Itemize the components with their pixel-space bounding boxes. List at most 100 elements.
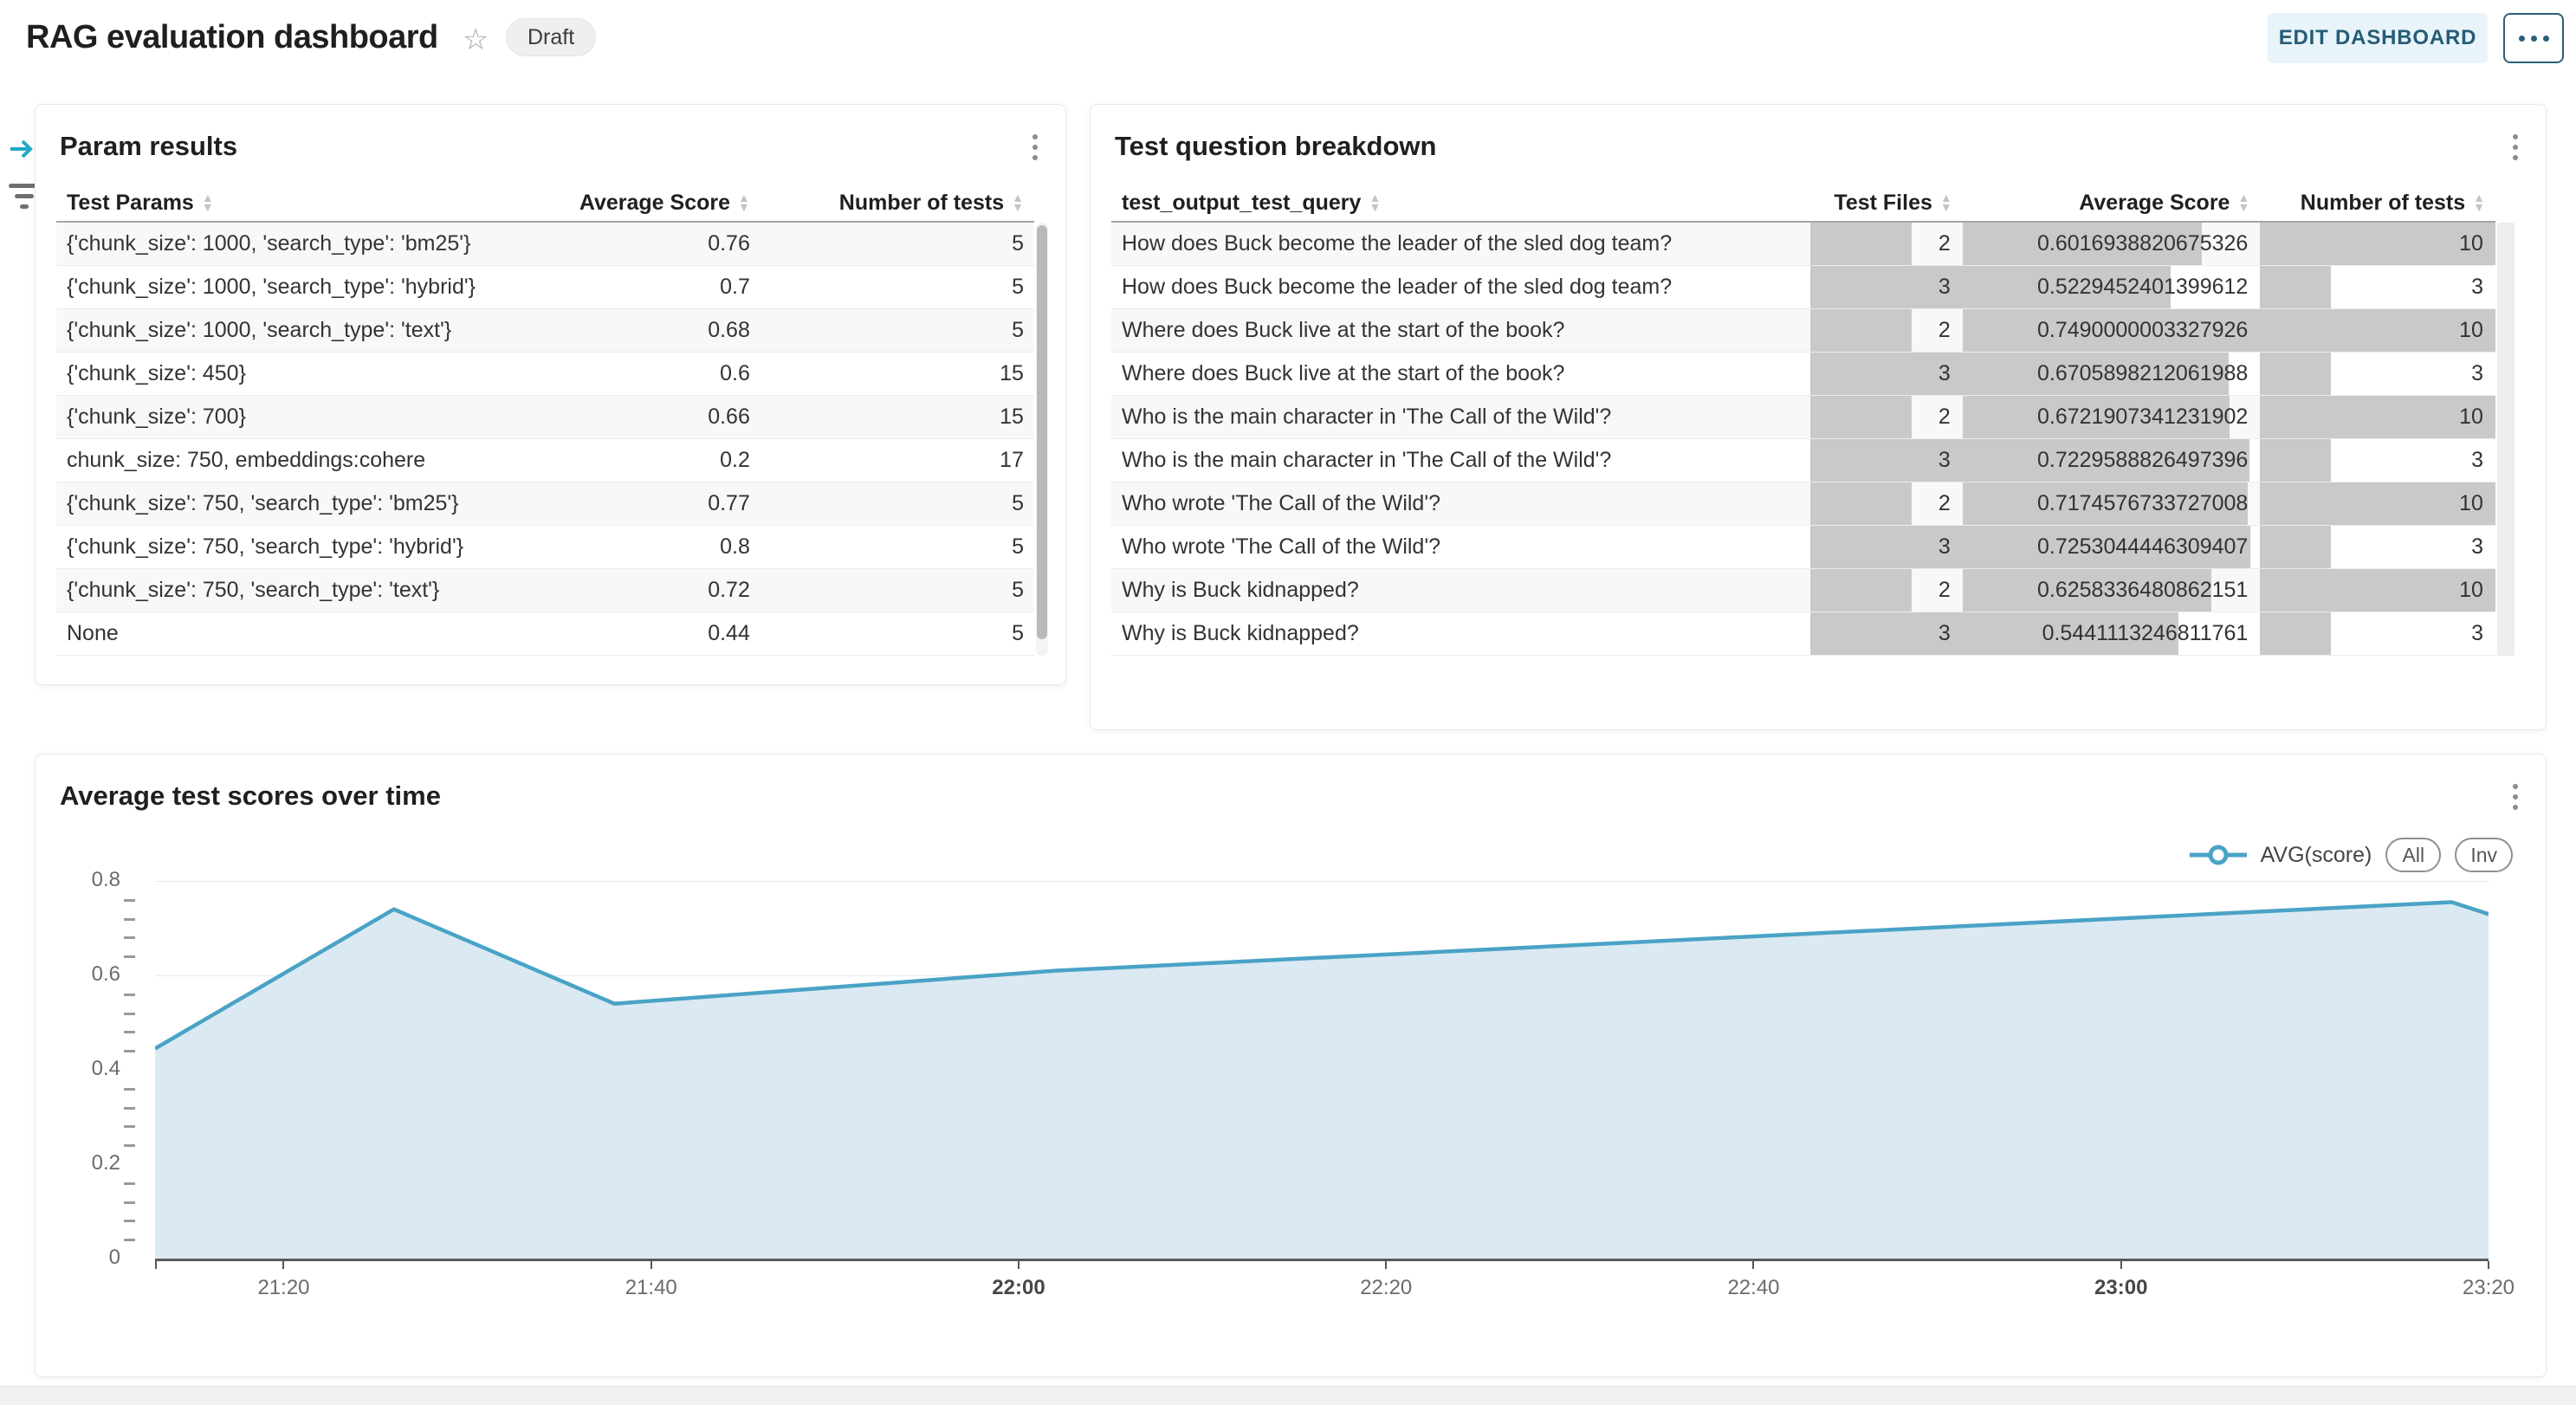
bottom-scroll-strip xyxy=(0,1386,2576,1405)
scrollbar-track[interactable] xyxy=(1036,223,1048,656)
cell-test-files: 3 xyxy=(1810,612,1963,655)
cell-value: 10 xyxy=(2260,569,2495,612)
more-actions-button[interactable] xyxy=(2503,13,2564,63)
table-header-row: Test Params▲▼ Average Score▲▼ Number of … xyxy=(56,185,1034,223)
cell-average-score: 0.8 xyxy=(594,526,761,568)
kebab-menu-icon[interactable] xyxy=(1027,129,1043,165)
legend-series-label: AVG(score) xyxy=(2261,843,2372,868)
y-axis-minor-tick xyxy=(124,1125,135,1128)
y-axis-tick-label: 0.4 xyxy=(49,1057,120,1081)
table-row: Who is the main character in 'The Call o… xyxy=(1111,396,2495,439)
y-axis-minor-tick xyxy=(124,936,135,939)
cell-test-params: {'chunk_size': 750, 'search_type': 'text… xyxy=(56,569,594,612)
y-axis-minor-tick xyxy=(124,918,135,921)
y-axis-minor-tick xyxy=(124,1144,135,1147)
table-row: {'chunk_size': 750, 'search_type': 'text… xyxy=(56,569,1034,612)
cell-value: 3 xyxy=(1810,266,1963,308)
cell-number-of-tests: 5 xyxy=(761,482,1034,525)
cell-value: 0.5441113246811761 xyxy=(1963,612,2261,655)
cell-test-query: Who is the main character in 'The Call o… xyxy=(1111,439,1810,482)
cell-test-query: How does Buck become the leader of the s… xyxy=(1111,266,1810,308)
cell-test-params: {'chunk_size': 1000, 'search_type': 'tex… xyxy=(56,309,594,352)
table-row: {'chunk_size': 750, 'search_type': 'hybr… xyxy=(56,526,1034,569)
scrollbar-thumb[interactable] xyxy=(1037,225,1047,639)
cell-value: 3 xyxy=(1810,353,1963,395)
cell-test-files: 2 xyxy=(1810,223,1963,265)
cell-test-query: Where does Buck live at the start of the… xyxy=(1111,309,1810,352)
x-axis-tick-label: 23:20 xyxy=(2428,1276,2549,1300)
column-header-average-score[interactable]: Average Score▲▼ xyxy=(594,191,761,216)
cell-average-score: 0.7 xyxy=(594,266,761,308)
y-axis-minor-tick xyxy=(124,1201,135,1204)
favorite-star-icon[interactable]: ☆ xyxy=(463,23,489,57)
status-badge: Draft xyxy=(506,18,596,56)
table-row: None0.445 xyxy=(56,612,1034,656)
cell-test-files: 2 xyxy=(1810,396,1963,438)
column-header-number-of-tests[interactable]: Number of tests▲▼ xyxy=(761,191,1034,216)
cell-number-of-tests: 5 xyxy=(761,526,1034,568)
cell-test-query: How does Buck become the leader of the s… xyxy=(1111,223,1810,265)
cell-test-params: {'chunk_size': 700} xyxy=(56,396,594,438)
y-axis-minor-tick xyxy=(124,899,135,902)
table-row: {'chunk_size': 700}0.6615 xyxy=(56,396,1034,439)
x-axis-tick xyxy=(155,1261,157,1269)
cell-test-params: None xyxy=(56,612,594,655)
card-title: Test question breakdown xyxy=(1115,131,1436,162)
y-axis-minor-tick xyxy=(124,1013,135,1015)
column-header-test-params[interactable]: Test Params▲▼ xyxy=(56,191,594,216)
cell-average-score: 0.72 xyxy=(594,569,761,612)
table-row: Why is Buck kidnapped?30.544111324681176… xyxy=(1111,612,2495,656)
cell-average-score: 0.77 xyxy=(594,482,761,525)
column-header-test-query[interactable]: test_output_test_query▲▼ xyxy=(1111,191,1810,216)
cell-value: 3 xyxy=(2260,353,2495,395)
cell-test-params: {'chunk_size': 450} xyxy=(56,353,594,395)
cell-test-query: Who is the main character in 'The Call o… xyxy=(1111,396,1810,438)
table-row: Where does Buck live at the start of the… xyxy=(1111,309,2495,353)
cell-number-of-tests: 5 xyxy=(761,612,1034,655)
card-title: Average test scores over time xyxy=(60,780,441,812)
cell-average-score: 0.5441113246811761 xyxy=(1963,612,2261,655)
cell-value: 3 xyxy=(1810,439,1963,482)
sort-icon: ▲▼ xyxy=(1940,193,1952,212)
cell-average-score: 0.66 xyxy=(594,396,761,438)
table-row: {'chunk_size': 450}0.615 xyxy=(56,353,1034,396)
cell-test-files: 3 xyxy=(1810,266,1963,308)
column-header-number-of-tests[interactable]: Number of tests▲▼ xyxy=(2260,191,2495,216)
cell-test-query: Where does Buck live at the start of the… xyxy=(1111,353,1810,395)
cell-test-files: 3 xyxy=(1810,439,1963,482)
cell-value: 0.6258336480862151 xyxy=(1963,569,2261,612)
sort-icon: ▲▼ xyxy=(1369,193,1381,212)
column-header-average-score[interactable]: Average Score▲▼ xyxy=(1963,191,2261,216)
cell-value: 3 xyxy=(2260,439,2495,482)
cell-value: 2 xyxy=(1810,482,1963,525)
question-breakdown-card: Test question breakdown test_output_test… xyxy=(1090,104,2547,730)
edit-dashboard-button[interactable]: EDIT DASHBOARD xyxy=(2268,13,2488,63)
cell-number-of-tests: 10 xyxy=(2260,396,2495,438)
kebab-menu-icon[interactable] xyxy=(2508,779,2523,815)
horizontal-ellipsis-icon xyxy=(2519,36,2525,42)
y-axis-tick-label: 0.8 xyxy=(49,868,120,892)
cell-value: 0.7490000003327926 xyxy=(1963,309,2261,352)
cell-average-score: 0.7253044446309407 xyxy=(1963,526,2261,568)
cell-number-of-tests: 10 xyxy=(2260,569,2495,612)
cell-number-of-tests: 5 xyxy=(761,266,1034,308)
cell-number-of-tests: 15 xyxy=(761,353,1034,395)
cell-value: 0.7253044446309407 xyxy=(1963,526,2261,568)
cell-average-score: 0.6705898212061988 xyxy=(1963,353,2261,395)
area-chart-plot[interactable] xyxy=(155,867,2489,1259)
x-axis-tick xyxy=(2488,1261,2489,1269)
cell-number-of-tests: 10 xyxy=(2260,223,2495,265)
column-header-test-files[interactable]: Test Files▲▼ xyxy=(1810,191,1963,216)
x-axis-tick-label: 23:00 xyxy=(2061,1276,2182,1300)
legend-line-marker-icon[interactable] xyxy=(2190,845,2247,865)
cell-value: 3 xyxy=(2260,526,2495,568)
cell-test-params: {'chunk_size': 750, 'search_type': 'bm25… xyxy=(56,482,594,525)
cell-value: 2 xyxy=(1810,396,1963,438)
y-axis-minor-tick xyxy=(124,955,135,958)
y-axis-minor-tick xyxy=(124,1220,135,1222)
cell-value: 2 xyxy=(1810,309,1963,352)
cell-value: 3 xyxy=(1810,526,1963,568)
scrollbar-track[interactable] xyxy=(2497,223,2515,656)
cell-value: 0.6016938820675326 xyxy=(1963,223,2261,265)
kebab-menu-icon[interactable] xyxy=(2508,129,2523,165)
